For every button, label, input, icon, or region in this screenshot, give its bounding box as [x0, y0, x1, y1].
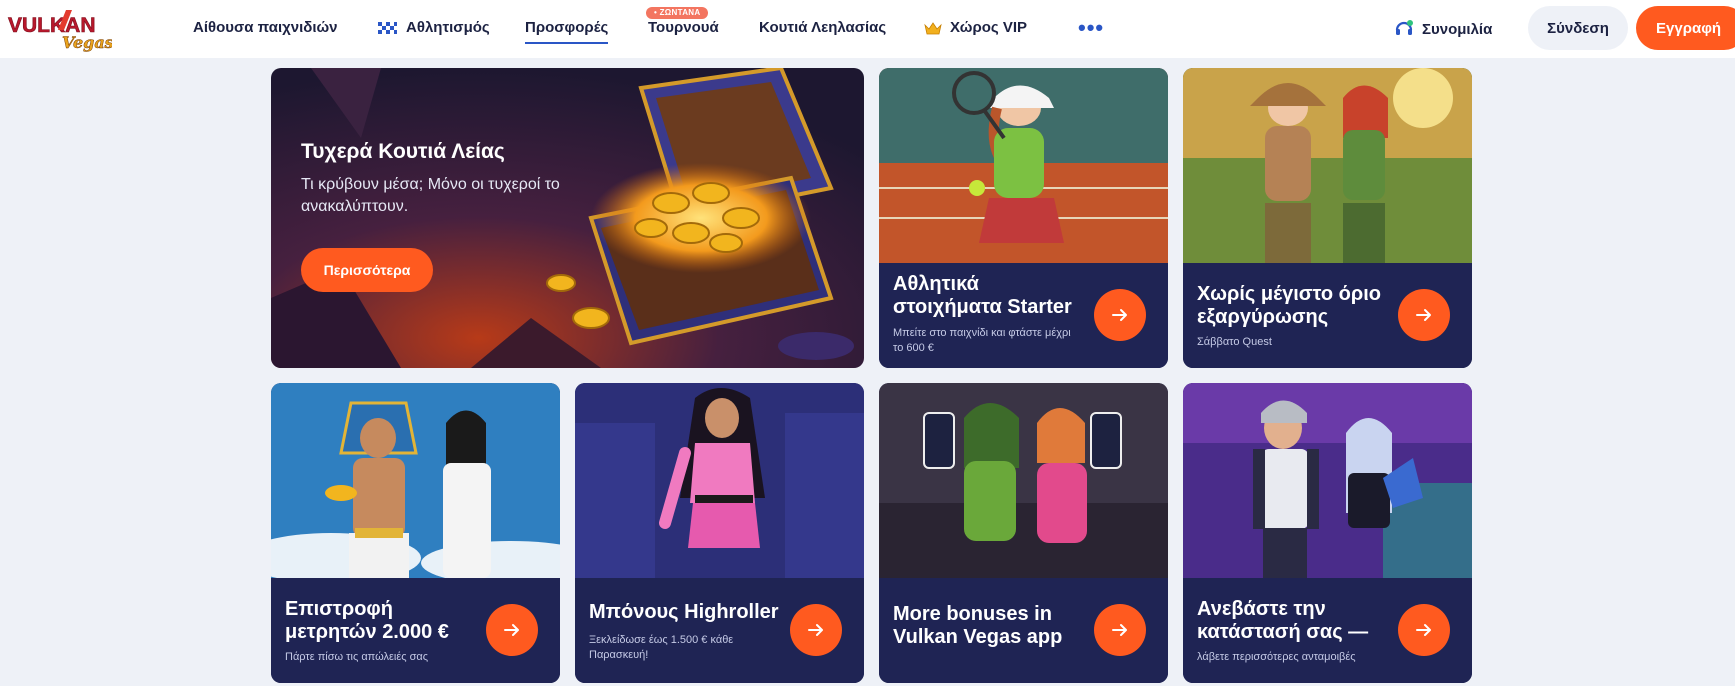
promo-card-sports-starter[interactable]: Αθλητικά στοιχήματα Starter Μπείτε στο π… [879, 68, 1168, 368]
nav-label: Κουτιά Λεηλασίας [759, 19, 887, 36]
card-title: Ανεβάστε την κατάστασή σας — [1197, 598, 1369, 643]
headset-icon [1395, 20, 1413, 35]
hero-more-button[interactable]: Περισσότερα [301, 248, 433, 292]
hero-loot-boxes-card[interactable]: Τυχερά Κουτιά Λείας Τι κρύβουν μέσα; Μόν… [271, 68, 864, 368]
arrow-right-icon [1112, 309, 1127, 321]
treasure-chest-illustration [271, 68, 864, 368]
card-panel: Επιστροφή μετρητών 2.000 € Πάρτε πίσω τι… [271, 578, 560, 683]
promo-card-highroller[interactable]: Μπόνους Highroller Ξεκλείδωσε έως 1.500 … [575, 383, 864, 683]
arrow-right-icon [1416, 309, 1431, 321]
arrow-right-icon [1112, 624, 1127, 636]
card-subtitle: Σάββατο Quest [1197, 336, 1272, 348]
card-subtitle: Πάρτε πίσω τις απώλειές σας [285, 651, 429, 663]
arrow-right-icon [808, 624, 823, 636]
nav-label: Προσφορές [525, 19, 609, 36]
card-title: More bonuses in Vulkan Vegas app [893, 603, 1063, 648]
arrow-right-icon [504, 624, 519, 636]
crown-icon [924, 21, 942, 34]
card-subtitle: Μπείτε στο παιχνίδι και φτάστε μέχρι το … [893, 327, 1071, 354]
nav-sports[interactable]: Αθλητισμός [376, 19, 490, 36]
card-subtitle: Ξεκλείδωσε έως 1.500 € κάθε Παρασκευή! [589, 634, 734, 661]
card-subtitle: λάβετε περισσότερες ανταμοιβές [1197, 651, 1356, 663]
chat-label: Συνομιλία [1422, 20, 1493, 38]
nav-label: Χώρος VIP [950, 19, 1028, 36]
card-arrow-button[interactable] [1398, 604, 1450, 656]
nav-games-lobby[interactable]: Αίθουσα παιχνιδιών [193, 19, 338, 36]
hero-title: Τυχερά Κουτιά Λείας [301, 140, 505, 163]
nav-tournaments[interactable]: Τουρνουά [648, 19, 719, 36]
card-title: Επιστροφή μετρητών 2.000 € [285, 598, 449, 643]
card-panel: Μπόνους Highroller Ξεκλείδωσε έως 1.500 … [575, 578, 864, 683]
nav-loot-boxes[interactable]: Κουτιά Λεηλασίας [759, 19, 886, 36]
card-arrow-button[interactable] [790, 604, 842, 656]
hero-subtitle: Τι κρύβουν μέσα; Μόνο οι τυχεροί το ανακ… [301, 176, 560, 215]
arrow-right-icon [1416, 624, 1431, 636]
card-panel: Ανεβάστε την κατάστασή σας — λάβετε περι… [1183, 578, 1472, 683]
nav-promotions[interactable]: Προσφορές [525, 19, 609, 44]
chat-link[interactable]: Συνομιλία [1394, 19, 1492, 39]
tennis-player-illustration [879, 68, 1168, 263]
card-arrow-button[interactable] [1094, 289, 1146, 341]
svg-text:Vegas: Vegas [62, 33, 112, 52]
card-arrow-button[interactable] [486, 604, 538, 656]
vip-couple-illustration [1183, 383, 1472, 578]
checkered-flag-icon [378, 21, 397, 34]
card-panel: More bonuses in Vulkan Vegas app [879, 578, 1168, 683]
promo-card-no-max-withdrawal[interactable]: Χωρίς μέγιστο όριο εξαργύρωσης Σάββατο Q… [1183, 68, 1472, 368]
nav-vip[interactable]: Χώρος VIP [924, 19, 1027, 36]
nav-label: Αθλητισμός [406, 19, 490, 36]
register-button[interactable]: Εγγραφή [1636, 6, 1735, 50]
vulkan-vegas-logo[interactable]: VULKAN Vegas [6, 6, 112, 52]
card-panel: Χωρίς μέγιστο όριο εξαργύρωσης Σάββατο Q… [1183, 263, 1472, 368]
explorers-illustration [1183, 68, 1472, 263]
login-button[interactable]: Σύνδεση [1528, 6, 1628, 50]
more-menu-button[interactable]: ••• [1078, 15, 1104, 41]
card-arrow-button[interactable] [1398, 289, 1450, 341]
card-title: Μπόνους Highroller [589, 601, 779, 623]
highroller-illustration [575, 383, 864, 578]
promo-card-app-bonuses[interactable]: More bonuses in Vulkan Vegas app [879, 383, 1168, 683]
promo-card-cashback[interactable]: Επιστροφή μετρητών 2.000 € Πάρτε πίσω τι… [271, 383, 560, 683]
card-title: Χωρίς μέγιστο όριο εξαργύρωσης [1197, 283, 1381, 328]
live-badge: • ΖΩΝΤΑΝΑ [646, 7, 709, 19]
top-header: VULKAN Vegas Αίθουσα παιχνιδιών Αθλητισμ… [0, 0, 1735, 58]
nav-label: Αίθουσα παιχνιδιών [193, 19, 338, 36]
card-arrow-button[interactable] [1094, 604, 1146, 656]
promo-card-level-up[interactable]: Ανεβάστε την κατάστασή σας — λάβετε περι… [1183, 383, 1472, 683]
card-panel: Αθλητικά στοιχήματα Starter Μπείτε στο π… [879, 263, 1168, 368]
card-title: Αθλητικά στοιχήματα Starter [893, 273, 1072, 318]
pharaoh-illustration [271, 383, 560, 578]
nav-label: Τουρνουά [648, 19, 719, 36]
app-promo-illustration [879, 383, 1168, 578]
